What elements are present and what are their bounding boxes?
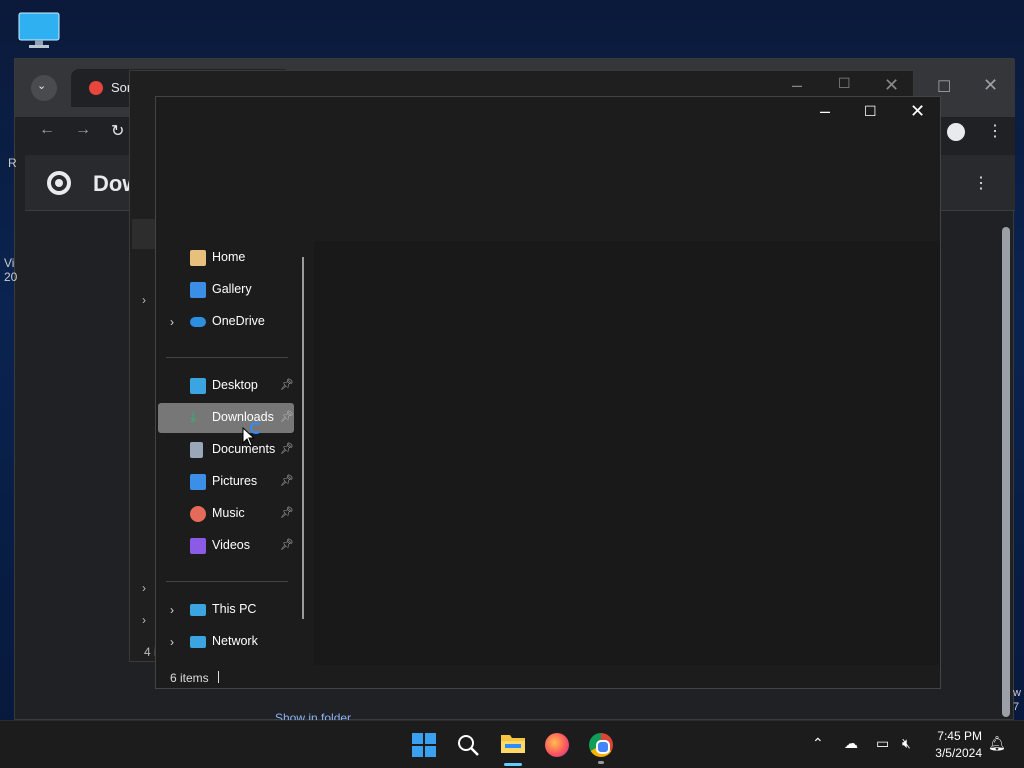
nav-divider: [166, 357, 288, 358]
chrome-logo-icon: [47, 171, 71, 195]
nav-item-downloads[interactable]: ⤓ Downloads 📌︎: [158, 403, 294, 433]
chevron-right-icon[interactable]: ›: [170, 603, 174, 617]
chrome-maximize-icon[interactable]: ☐: [937, 77, 951, 97]
chevron-right-icon: ›: [142, 293, 146, 307]
pin-icon[interactable]: 📌︎: [280, 410, 294, 423]
file-explorer-taskbar-icon[interactable]: [500, 731, 526, 755]
chrome-close-icon[interactable]: ✕: [983, 75, 998, 96]
desktop-folder-icon: [190, 378, 206, 394]
documents-icon: [190, 442, 203, 458]
file-list-pane[interactable]: [314, 241, 940, 665]
nav-item-videos[interactable]: Videos 📌︎: [158, 531, 294, 561]
search-icon[interactable]: [456, 733, 480, 757]
windows-logo-icon: [425, 733, 436, 744]
network-icon: [190, 636, 206, 648]
status-item-count: 6 items: [170, 671, 209, 685]
chevron-right-icon: ›: [142, 613, 146, 627]
nav-item-label: Downloads: [212, 410, 274, 424]
maximize-icon[interactable]: ☐: [864, 103, 877, 120]
nav-item-label: Network: [212, 634, 258, 648]
pin-icon[interactable]: 📌︎: [280, 506, 294, 519]
videos-icon: [190, 538, 206, 554]
minimize-icon[interactable]: –: [792, 75, 802, 96]
nav-item-label: Videos: [212, 538, 250, 552]
status-divider: [218, 671, 219, 683]
close-icon[interactable]: ✕: [884, 75, 899, 96]
nav-item-label: OneDrive: [212, 314, 265, 328]
clock-date[interactable]: 3/5/2024: [928, 746, 982, 760]
nav-item-label: This PC: [212, 602, 257, 616]
reload-icon[interactable]: ↻: [111, 121, 124, 141]
show-hidden-icons-chevron-icon[interactable]: ⌃: [812, 735, 824, 752]
nav-item-label: Music: [212, 506, 245, 520]
volume-muted-icon[interactable]: 🔇︎: [902, 735, 911, 752]
chrome-icon[interactable]: [589, 733, 613, 757]
nav-item-pictures[interactable]: Pictures 📌︎: [158, 467, 294, 497]
running-app-indicator: [598, 761, 604, 764]
chrome-menu-icon[interactable]: ⋮: [987, 121, 1003, 141]
nav-item-gallery[interactable]: Gallery: [158, 275, 294, 305]
nav-divider: [166, 581, 288, 582]
minimize-icon[interactable]: –: [820, 101, 830, 122]
nav-item-network[interactable]: › Network: [158, 627, 294, 657]
nav-item-documents[interactable]: Documents 📌︎: [158, 435, 294, 465]
firefox-icon[interactable]: [545, 733, 569, 757]
left-text-fragment: 20: [4, 270, 18, 284]
pin-icon[interactable]: 📌︎: [280, 538, 294, 551]
windows-logo-icon: [425, 746, 436, 757]
start-button[interactable]: [412, 733, 436, 757]
nav-pane-scrollbar[interactable]: [302, 257, 304, 619]
downloads-icon: ⤓: [190, 408, 197, 424]
onedrive-icon: [190, 317, 206, 327]
nav-item-home[interactable]: Home: [158, 243, 294, 273]
music-icon: [190, 506, 206, 522]
maximize-icon[interactable]: ☐: [838, 75, 851, 92]
gallery-icon: [190, 282, 206, 298]
busy-spinner-icon: [250, 422, 262, 434]
clock-time[interactable]: 7:45 PM: [930, 729, 982, 743]
pin-icon[interactable]: 📌︎: [280, 474, 294, 487]
desktop-this-pc-icon[interactable]: [18, 12, 60, 50]
close-icon[interactable]: ✕: [910, 101, 925, 122]
chevron-right-icon: ›: [142, 581, 146, 595]
page-scrollbar-thumb[interactable]: [1002, 227, 1010, 717]
right-text-fragment: w: [1013, 687, 1021, 699]
this-pc-icon: [190, 604, 206, 616]
nav-item-onedrive[interactable]: › OneDrive: [158, 307, 294, 337]
notifications-bell-icon[interactable]: 🔔︎: [988, 735, 1006, 752]
nav-item-desktop[interactable]: Desktop 📌︎: [158, 371, 294, 401]
nav-item-label: Desktop: [212, 378, 258, 392]
left-text-fragment: Vi: [4, 256, 15, 270]
home-icon: [190, 250, 206, 266]
pin-icon[interactable]: 📌︎: [280, 378, 294, 391]
nav-item-music[interactable]: Music 📌︎: [158, 499, 294, 529]
file-explorer-window: – ☐ ✕ Home Gallery › OneDrive Desktop 📌︎…: [155, 96, 941, 689]
page-menu-icon[interactable]: ⋮: [973, 173, 989, 193]
chevron-down-icon: ⌄: [37, 80, 47, 92]
forward-icon[interactable]: →: [75, 121, 91, 139]
onedrive-offline-icon[interactable]: ☁: [844, 735, 858, 752]
active-app-indicator: [504, 763, 522, 766]
navigation-pane: Home Gallery › OneDrive Desktop 📌︎ ⤓ Dow…: [156, 241, 314, 665]
profile-icon[interactable]: [947, 123, 965, 141]
pictures-icon: [190, 474, 206, 490]
back-icon[interactable]: ←: [39, 121, 55, 139]
network-icon[interactable]: ▭: [876, 735, 889, 752]
chevron-right-icon[interactable]: ›: [170, 635, 174, 649]
windows-logo-icon: [412, 746, 423, 757]
nav-item-label: Pictures: [212, 474, 258, 488]
pin-icon[interactable]: 📌︎: [280, 442, 294, 455]
right-text-fragment: 7: [1013, 701, 1020, 713]
download-tab-icon: [89, 81, 103, 95]
nav-item-label: Gallery: [212, 282, 252, 296]
nav-item-this-pc[interactable]: › This PC: [158, 595, 294, 625]
nav-item-label: Home: [212, 250, 246, 264]
taskbar: ⌃ ☁ ▭ 🔇︎ 7:45 PM 3/5/2024 🔔︎: [0, 720, 1024, 768]
windows-logo-icon: [412, 733, 423, 744]
left-text-fragment: R: [8, 156, 17, 170]
chevron-right-icon[interactable]: ›: [170, 315, 174, 329]
